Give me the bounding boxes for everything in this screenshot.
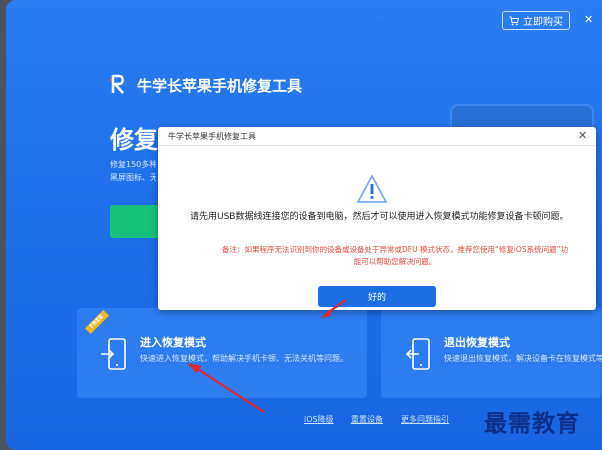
cart-icon <box>509 16 519 25</box>
dialog-close-icon[interactable]: ✕ <box>578 130 590 142</box>
card-title: 进入恢复模式 <box>140 336 206 349</box>
phone-enter-icon <box>101 338 126 370</box>
card-title: 退出恢复模式 <box>444 336 510 349</box>
buy-now-button[interactable]: 立即购买 <box>502 11 570 30</box>
dialog-message: 请先用USB数据线连接您的设备到电脑，然后才可以使用进入恢复模式功能修复设备卡顿… <box>190 212 569 222</box>
dialog-note: 备注：如果程序无法识别到你的设备或设备处于异常或DFU 模式状态，推荐您使用“修… <box>222 245 568 266</box>
hero-description: 修复150多种 黑屏图标、无 <box>110 158 156 184</box>
dialog-divider <box>158 145 596 146</box>
dialog-title: 牛学长苹果手机修复工具 <box>168 132 256 141</box>
annotation-arrow-card <box>187 363 265 413</box>
footer-link-reset-device[interactable]: 重置设备 <box>351 414 383 425</box>
connect-device-dialog: 牛学长苹果手机修复工具 ✕ 请先用USB数据线连接您的设备到电脑，然后才可以使用… <box>158 127 596 310</box>
hero-desc-line-1: 修复150多种 <box>110 160 156 169</box>
warning-icon <box>357 175 387 203</box>
card-subtitle: 快速退出恢复模式，解决设备卡在恢复模式等问题。 <box>444 354 602 363</box>
footer-link-more-help[interactable]: 更多问题指引 <box>401 414 449 425</box>
footer-link-ios-downgrade[interactable]: iOS降级 <box>304 414 334 425</box>
app-title: 牛学长苹果手机修复工具 <box>137 77 303 95</box>
exit-recovery-card[interactable]: 退出恢复模式 快速退出恢复模式，解决设备卡在恢复模式等问题。 <box>381 308 602 398</box>
window-close-icon[interactable]: ✕ <box>584 14 596 26</box>
watermark: 最需教育 <box>484 410 580 437</box>
phone-exit-icon <box>405 338 430 370</box>
hero-desc-line-2: 黑屏图标、无 <box>110 173 156 182</box>
annotation-arrow-ok <box>321 299 347 318</box>
app-logo <box>110 74 124 94</box>
buy-now-label: 立即购买 <box>523 17 563 28</box>
